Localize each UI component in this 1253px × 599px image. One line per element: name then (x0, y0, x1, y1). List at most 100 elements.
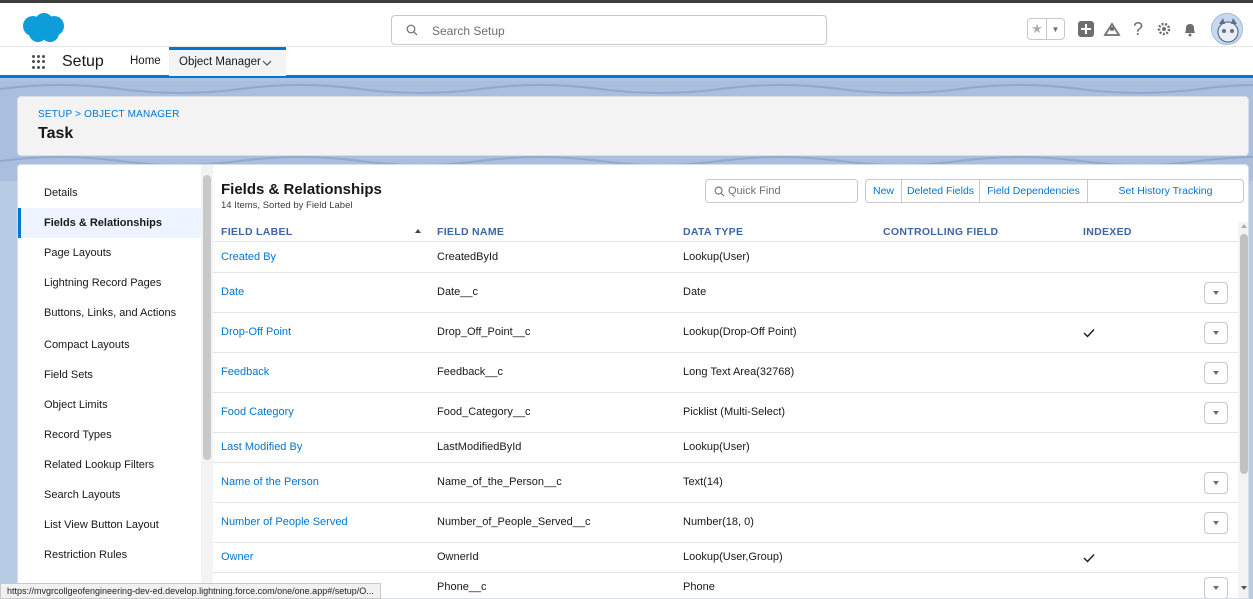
row-actions-button[interactable] (1204, 577, 1228, 598)
notifications-bell-icon[interactable] (1179, 18, 1201, 40)
field-label-link[interactable]: Name of the Person (221, 476, 319, 488)
user-avatar[interactable] (1211, 13, 1243, 45)
field-api-name: Phone__c (437, 581, 487, 593)
field-data-type: Date (683, 286, 707, 298)
sidebar-item-search-layouts[interactable]: Search Layouts (18, 480, 201, 510)
chevron-down-icon (1213, 521, 1219, 525)
field-data-type: Text(14) (683, 476, 723, 488)
chevron-down-icon[interactable] (262, 59, 272, 67)
nav-tab-home[interactable]: Home (130, 47, 161, 76)
table-row: Owner OwnerId Lookup(User,Group) (213, 543, 1238, 573)
favorites-list-chevron-icon[interactable]: ▼ (1046, 19, 1064, 39)
sidebar-item-details[interactable]: Details (18, 178, 201, 208)
column-header-field-name[interactable]: FIELD NAME (437, 226, 504, 238)
object-manager-card: Details Fields & Relationships Page Layo… (17, 164, 1249, 599)
chevron-down-icon (1213, 331, 1219, 335)
salesforce-logo[interactable] (20, 12, 66, 44)
field-label-link[interactable]: Date (221, 286, 244, 298)
deleted-fields-button[interactable]: Deleted Fields (901, 179, 980, 203)
trailhead-icon[interactable] (1101, 18, 1123, 40)
row-actions-button[interactable] (1204, 322, 1228, 344)
table-row: Last Modified By LastModifiedById Lookup(U… (213, 433, 1238, 463)
row-actions-button[interactable] (1204, 402, 1228, 424)
field-api-name: Date__c (437, 286, 478, 298)
row-actions-button[interactable] (1204, 472, 1228, 494)
app-launcher-icon[interactable] (32, 55, 46, 69)
global-actions-icon[interactable] (1075, 18, 1097, 40)
field-label-link[interactable]: Drop-Off Point (221, 326, 291, 338)
app-name: Setup (62, 53, 104, 70)
object-sidebar: Details Fields & Relationships Page Layo… (18, 165, 201, 598)
table-row: Date Date__c Date (213, 273, 1238, 313)
field-api-name: Food_Category__c (437, 406, 531, 418)
sidebar-item-compact-layouts[interactable]: Compact Layouts (18, 330, 201, 360)
field-data-type: Picklist (Multi-Select) (683, 406, 786, 418)
fields-relationships-panel: Fields & Relationships 14 Items, Sorted … (213, 165, 1248, 598)
indexed-check-icon (1083, 329, 1095, 338)
sidebar-item-record-types[interactable]: Record Types (18, 420, 201, 450)
row-actions-button[interactable] (1204, 362, 1228, 384)
sort-ascending-icon[interactable] (415, 229, 421, 233)
new-field-button[interactable]: New (865, 179, 902, 203)
scroll-up-arrow-icon[interactable] (1241, 224, 1247, 228)
field-data-type: Long Text Area(32768) (683, 366, 795, 378)
sidebar-item-list-view-button-layout[interactable]: List View Button Layout (18, 510, 201, 540)
setup-search-input[interactable]: Search Setup (391, 15, 827, 45)
nav-tab-object-manager[interactable]: Object Manager (169, 47, 286, 76)
app-navigation-bar: Setup Home Object Manager (0, 46, 1253, 78)
field-data-type: Lookup(User) (683, 251, 750, 263)
field-api-name: Name_of_the_Person__c (437, 476, 562, 488)
field-api-name: Feedback__c (437, 366, 504, 378)
page-title: Task (38, 125, 74, 142)
field-api-name: LastModifiedById (437, 441, 522, 453)
column-header-controlling-field[interactable]: CONTROLLING FIELD (883, 226, 998, 238)
search-icon (714, 186, 725, 197)
table-header: FIELD LABEL FIELD NAME DATA TYPE CONTROL… (213, 222, 1238, 242)
sidebar-item-object-limits[interactable]: Object Limits (18, 390, 201, 420)
field-label-link[interactable]: Created By (221, 251, 276, 263)
sidebar-item-fields-relationships[interactable]: Fields & Relationships (18, 208, 201, 238)
table-row: Feedback Feedback__c Long Text Area(32768) (213, 353, 1238, 393)
sidebar-item-lightning-record-pages[interactable]: Lightning Record Pages (18, 268, 201, 298)
sidebar-item-related-lookup-filters[interactable]: Related Lookup Filters (18, 450, 201, 480)
column-header-indexed[interactable]: INDEXED (1083, 226, 1132, 238)
scroll-down-arrow-icon[interactable] (1241, 586, 1247, 590)
column-header-field-label[interactable]: FIELD LABEL (221, 226, 293, 238)
quick-find-input[interactable]: Quick Find (705, 179, 858, 203)
field-api-name: OwnerId (437, 551, 479, 563)
column-header-data-type[interactable]: DATA TYPE (683, 226, 743, 238)
field-dependencies-button[interactable]: Field Dependencies (979, 179, 1088, 203)
field-label-link[interactable]: Last Modified By (221, 441, 302, 453)
help-icon[interactable]: ? (1127, 18, 1149, 40)
header-icons: ★ ▼ ? (1027, 13, 1243, 45)
table-row: Name of the Person Name_of_the_Person__c T… (213, 463, 1238, 503)
table-scrollbar-thumb[interactable] (1240, 234, 1248, 474)
table-row: Drop-Off Point Drop_Off_Point__c Lookup(Dr… (213, 313, 1238, 353)
favorite-star-icon[interactable]: ★ (1028, 19, 1046, 39)
field-data-type: Lookup(User) (683, 441, 750, 453)
row-actions-button[interactable] (1204, 512, 1228, 534)
breadcrumb[interactable]: SETUP > OBJECT MANAGER (38, 109, 180, 120)
sidebar-item-field-sets[interactable]: Field Sets (18, 360, 201, 390)
field-label-link[interactable]: Feedback (221, 366, 269, 378)
search-icon (406, 24, 418, 36)
sidebar-item-restriction-rules[interactable]: Restriction Rules (18, 540, 201, 570)
sidebar-item-buttons-links-actions[interactable]: Buttons, Links, and Actions (18, 298, 201, 328)
nav-tab-object-manager-label: Object Manager (179, 56, 261, 68)
sidebar-scrollbar[interactable] (201, 165, 213, 598)
field-label-link[interactable]: Owner (221, 551, 253, 563)
field-label-link[interactable]: Number of People Served (221, 516, 348, 528)
set-history-tracking-button[interactable]: Set History Tracking (1087, 179, 1244, 203)
panel-subtitle: 14 Items, Sorted by Field Label (221, 200, 353, 211)
sidebar-scrollbar-thumb[interactable] (203, 175, 211, 460)
row-actions-button[interactable] (1204, 282, 1228, 304)
setup-gear-icon[interactable] (1153, 18, 1175, 40)
field-label-link[interactable]: Food Category (221, 406, 294, 418)
field-data-type: Number(18, 0) (683, 516, 754, 528)
browser-status-url: https://mvgrcollgeofengineering-dev-ed.d… (0, 583, 381, 599)
table-scrollbar[interactable] (1238, 222, 1248, 598)
field-api-name: Number_of_People_Served__c (437, 516, 591, 528)
favorites-group: ★ ▼ (1027, 18, 1065, 40)
sidebar-item-page-layouts[interactable]: Page Layouts (18, 238, 201, 268)
table-row: Food Category Food_Category__c Picklist (M… (213, 393, 1238, 433)
